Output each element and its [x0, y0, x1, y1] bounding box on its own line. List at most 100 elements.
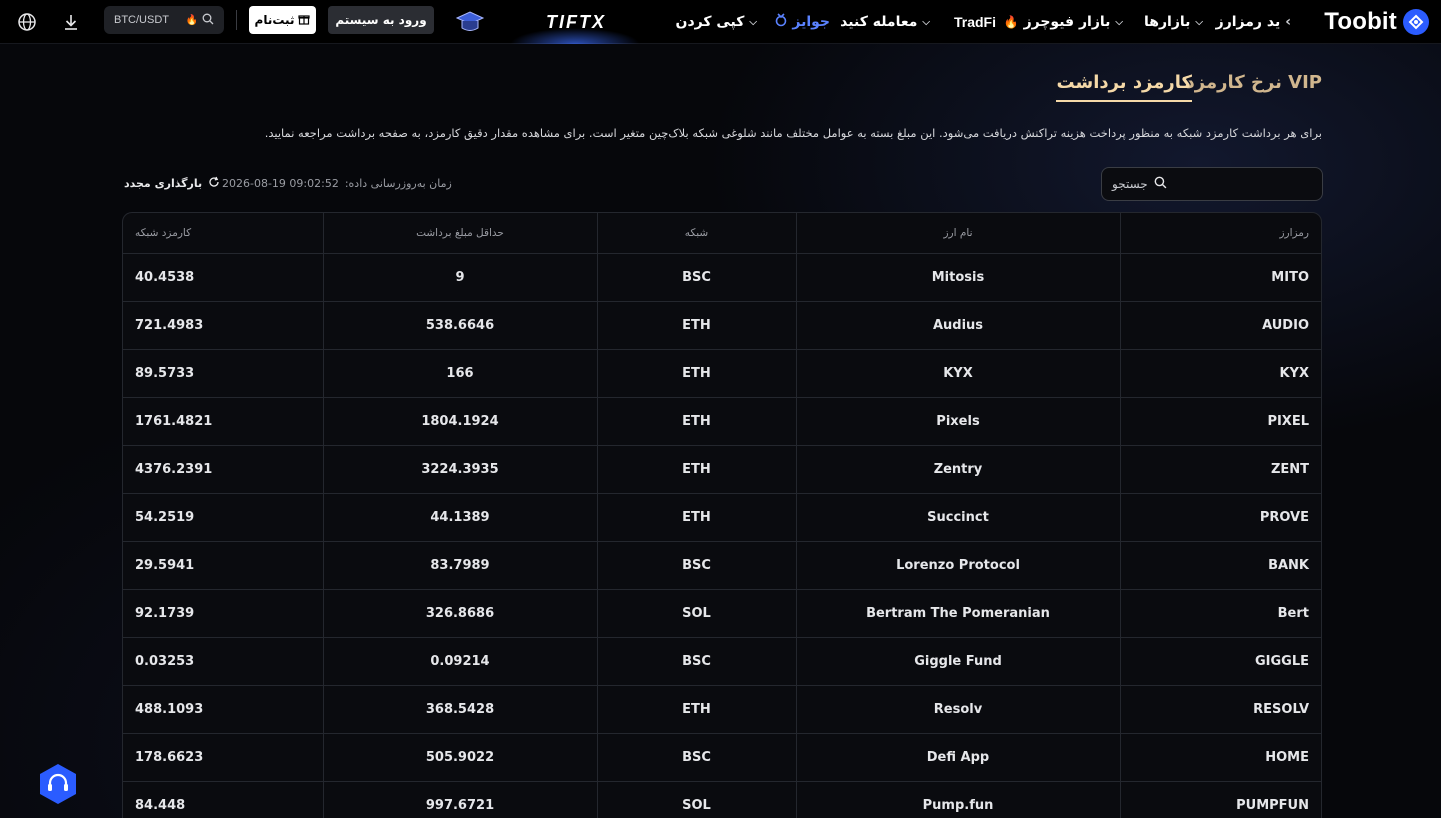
graduation-cap-icon[interactable] [452, 0, 488, 44]
cell-min: 505.9022 [323, 733, 598, 782]
globe-icon[interactable] [16, 0, 38, 44]
cell-fee: 54.2519 [123, 493, 324, 542]
updated-label: زمان به‌روزرسانی داده: [344, 176, 452, 190]
cell-network: ETH [597, 493, 797, 542]
cell-min: 166 [323, 349, 598, 398]
logo-text: Toobit [1324, 8, 1397, 35]
table-row: 29.5941 83.7989 BSC Lorenzo Protocol BAN… [123, 541, 1321, 590]
cell-min: 44.1389 [323, 493, 598, 542]
nav-copy-label: کپی کردن [675, 14, 745, 30]
cell-fee: 721.4983 [123, 301, 324, 350]
cell-fee: 178.6623 [123, 733, 324, 782]
cell-name: Pump.fun [796, 781, 1121, 818]
tab-withdrawal-fee[interactable]: کارمزد برداشت [1056, 62, 1192, 102]
download-icon[interactable] [60, 0, 82, 44]
header-network-fee: کارمزد شبکه [123, 213, 324, 254]
cell-min: 368.5428 [323, 685, 598, 734]
nav-rewards[interactable]: جوایز [775, 0, 830, 44]
tiftx-banner[interactable]: TIFTX [520, 0, 632, 44]
refresh-icon [208, 176, 220, 191]
toobit-logo[interactable]: Toobit [1324, 0, 1429, 44]
last-updated: زمان به‌روزرسانی داده: 2026-08-19 09:02:… [222, 172, 452, 194]
nav-futures[interactable]: 🔥 بازار فیوچرز ⌵ [1004, 0, 1123, 44]
cell-symbol: PROVE [1120, 493, 1321, 542]
table-row: 54.2519 44.1389 ETH Succinct PROVE [123, 493, 1321, 542]
medal-icon [775, 13, 787, 31]
chevron-down-icon: ⌵ [1115, 16, 1123, 28]
cell-min: 83.7989 [323, 541, 598, 590]
table-row: 40.4538 9 BSC Mitosis MITO [123, 253, 1321, 302]
cell-min: 326.8686 [323, 589, 598, 638]
cell-symbol: MITO [1120, 253, 1321, 302]
chevron-down-icon: ⌵ [922, 16, 930, 28]
tab-vip-fee-rate[interactable]: نرخ کارمزد VIP [1186, 62, 1322, 102]
table-row: 1761.4821 1804.1924 ETH Pixels PIXEL [123, 397, 1321, 446]
search-placeholder: جستجو [1112, 177, 1148, 191]
top-navbar: Toobit ید رمزارز ‹ بازارها ⌵ 🔥 بازار فیو… [0, 0, 1441, 44]
updated-value: 2026-08-19 09:02:52 [222, 176, 339, 190]
cell-fee: 29.5941 [123, 541, 324, 590]
withdrawal-fee-table: کارمزد شبکه حداقل مبلغ برداشت شبکه نام ا… [122, 212, 1322, 818]
cell-network: BSC [597, 733, 797, 782]
signup-button[interactable]: ثبت‌نام [249, 6, 316, 34]
cell-symbol: AUDIO [1120, 301, 1321, 350]
cell-name: KYX [796, 349, 1121, 398]
cell-name: Defi App [796, 733, 1121, 782]
cell-min: 3224.3935 [323, 445, 598, 494]
reload-button[interactable]: بارگذاری مجدد [124, 172, 220, 194]
cell-network: BSC [597, 253, 797, 302]
table-row: 89.5733 166 ETH KYX KYX [123, 349, 1321, 398]
cell-symbol: HOME [1120, 733, 1321, 782]
cell-fee: 84.448 [123, 781, 324, 818]
nav-tradfi-label: TradFi [953, 14, 996, 30]
cell-symbol: RESOLV [1120, 685, 1321, 734]
login-button[interactable]: ورود به سیستم [328, 6, 434, 34]
chevron-left-icon: ‹ [1285, 14, 1291, 30]
pair-search[interactable]: BTC/USDT 🔥 [104, 6, 224, 34]
cell-network: ETH [597, 349, 797, 398]
search-icon [202, 13, 214, 28]
cell-network: BSC [597, 637, 797, 686]
cell-network: BSC [597, 541, 797, 590]
fire-icon: 🔥 [1003, 15, 1019, 29]
fire-icon: 🔥 [185, 14, 198, 26]
search-icon [1154, 176, 1167, 192]
cell-name: Bertram The Pomeranian [796, 589, 1121, 638]
cell-network: ETH [597, 301, 797, 350]
nav-copy-trading[interactable]: کپی کردن ⌵ [676, 0, 757, 44]
cell-network: ETH [597, 685, 797, 734]
nav-buy-crypto-label: ید رمزارز [1215, 14, 1281, 30]
support-chat-button[interactable] [38, 763, 78, 805]
cell-fee: 4376.2391 [123, 445, 324, 494]
signup-label: ثبت‌نام [254, 13, 295, 27]
nav-buy-crypto[interactable]: ید رمزارز ‹ [1216, 0, 1291, 44]
header-min-withdrawal: حداقل مبلغ برداشت [323, 213, 598, 254]
coin-search-input[interactable]: جستجو [1101, 167, 1323, 201]
headset-icon [40, 764, 76, 804]
cell-symbol: KYX [1120, 349, 1321, 398]
cell-name: Giggle Fund [796, 637, 1121, 686]
cell-name: Audius [796, 301, 1121, 350]
table-row: 178.6623 505.9022 BSC Defi App HOME [123, 733, 1321, 782]
header-coin-name: نام ارز [796, 213, 1121, 254]
nav-tradfi[interactable]: TradFi [954, 0, 996, 44]
header-network: شبکه [597, 213, 797, 254]
cell-name: Pixels [796, 397, 1121, 446]
cell-fee: 40.4538 [123, 253, 324, 302]
cell-min: 0.09214 [323, 637, 598, 686]
cell-min: 538.6646 [323, 301, 598, 350]
nav-trade[interactable]: معامله کنید ⌵ [840, 0, 930, 44]
nav-futures-label: بازار فیوچرز [1023, 14, 1111, 30]
cell-network: SOL [597, 589, 797, 638]
nav-markets[interactable]: بازارها ⌵ [1144, 0, 1203, 44]
cell-symbol: Bert [1120, 589, 1321, 638]
cell-symbol: PUMPFUN [1120, 781, 1321, 818]
cell-name: Resolv [796, 685, 1121, 734]
pair-search-text: BTC/USDT [114, 14, 169, 26]
cell-network: ETH [597, 397, 797, 446]
nav-trade-label: معامله کنید [840, 14, 918, 30]
table-row: 92.1739 326.8686 SOL Bertram The Pomeran… [123, 589, 1321, 638]
table-row: 84.448 997.6721 SOL Pump.fun PUMPFUN [123, 781, 1321, 818]
cell-fee: 488.1093 [123, 685, 324, 734]
table-row: 4376.2391 3224.3935 ETH Zentry ZENT [123, 445, 1321, 494]
